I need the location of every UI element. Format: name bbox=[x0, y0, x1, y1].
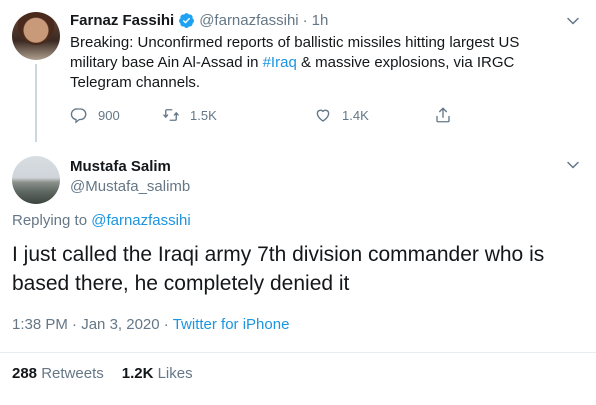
retweets-count: 288 bbox=[12, 365, 38, 382]
replying-to-line: Replying to @farnazfassihi bbox=[12, 212, 191, 229]
likes-stat[interactable]: 1.2K Likes bbox=[122, 365, 193, 382]
reply-button[interactable]: 900 bbox=[70, 106, 120, 124]
tweet-header: Farnaz Fassihi @farnazfassihi · 1h bbox=[70, 12, 328, 29]
retweet-icon bbox=[163, 109, 179, 121]
tweet-text: Breaking: Unconfirmed reports of ballist… bbox=[70, 33, 570, 93]
retweets-label: Retweets bbox=[41, 365, 104, 382]
separator-dot: · bbox=[163, 316, 169, 333]
author-handle[interactable]: @Mustafa_salimb bbox=[70, 178, 190, 195]
avatar[interactable] bbox=[12, 156, 60, 204]
tweet-time[interactable]: 1:38 PM bbox=[12, 316, 68, 333]
like-button[interactable]: 1.4K bbox=[314, 106, 369, 124]
like-heart-icon bbox=[316, 109, 330, 122]
mention-link[interactable]: @farnazfassihi bbox=[91, 212, 190, 229]
tweet-text: I just called the Iraqi army 7th divisio… bbox=[12, 243, 545, 295]
author-handle[interactable]: @farnazfassihi bbox=[199, 12, 298, 29]
tweet-date[interactable]: Jan 3, 2020 bbox=[81, 316, 159, 333]
retweet-button[interactable]: 1.5K bbox=[162, 106, 217, 124]
like-count: 1.4K bbox=[342, 107, 369, 123]
reply-count: 900 bbox=[98, 107, 120, 123]
author-name[interactable]: Mustafa Salim bbox=[70, 158, 171, 175]
likes-label: Likes bbox=[157, 365, 193, 382]
retweet-count: 1.5K bbox=[190, 107, 217, 123]
chevron-down-icon[interactable] bbox=[566, 158, 580, 172]
avatar[interactable] bbox=[12, 12, 60, 60]
divider bbox=[0, 352, 596, 353]
tweet-time[interactable]: 1h bbox=[312, 12, 329, 29]
author-name[interactable]: Farnaz Fassihi bbox=[70, 12, 174, 29]
replying-to-label: Replying to bbox=[12, 212, 88, 229]
tweet-metadata: 1:38 PM · Jan 3, 2020 · Twitter for iPho… bbox=[12, 316, 289, 333]
parent-tweet[interactable]: Farnaz Fassihi @farnazfassihi · 1h Break… bbox=[0, 0, 596, 142]
tweet-actions: 900 1.5K 1.4K bbox=[70, 106, 510, 126]
verified-badge-icon bbox=[179, 13, 195, 28]
focused-tweet: Mustafa Salim @Mustafa_salimb Replying t… bbox=[0, 142, 596, 405]
share-button[interactable] bbox=[434, 106, 462, 124]
hashtag-link[interactable]: #Iraq bbox=[263, 54, 297, 71]
reply-icon bbox=[70, 108, 87, 124]
engagement-stats: 288 Retweets 1.2K Likes bbox=[12, 365, 193, 382]
tweet-source-link[interactable]: Twitter for iPhone bbox=[173, 316, 290, 333]
separator-dot: · bbox=[302, 12, 308, 29]
share-icon bbox=[436, 107, 450, 123]
chevron-down-icon[interactable] bbox=[566, 14, 580, 28]
separator-dot: · bbox=[72, 316, 78, 333]
likes-count: 1.2K bbox=[121, 365, 154, 382]
thread-connector-line bbox=[35, 64, 37, 142]
retweets-stat[interactable]: 288 Retweets bbox=[12, 365, 104, 382]
